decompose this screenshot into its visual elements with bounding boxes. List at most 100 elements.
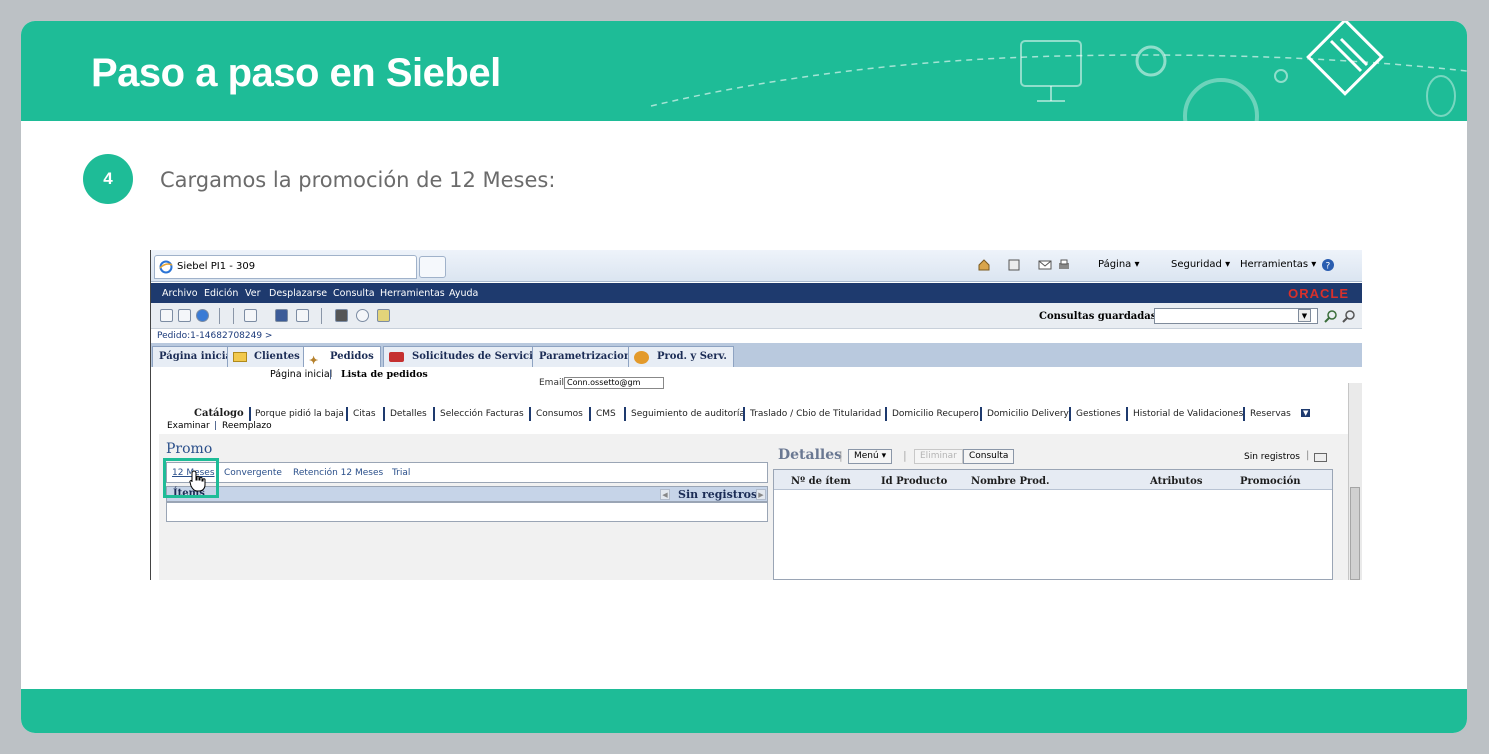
vtab-separator xyxy=(346,407,348,421)
vtab-separator xyxy=(433,407,435,421)
link-examinar[interactable]: Examinar xyxy=(167,421,210,431)
link-reemplazo[interactable]: Reemplazo xyxy=(222,421,272,431)
delete-button[interactable]: Eliminar xyxy=(914,449,963,464)
vtab-citas[interactable]: Citas xyxy=(353,409,376,419)
tab-prod-serv-label: Prod. y Serv. xyxy=(657,351,727,362)
oracle-logo: ORACLE xyxy=(1288,286,1349,301)
scrollbar-thumb[interactable] xyxy=(1350,487,1360,580)
items-no-records: Sin registros xyxy=(678,488,758,501)
header-decoration-icon xyxy=(650,21,1467,121)
print-icon[interactable] xyxy=(1057,258,1071,272)
col-attributes[interactable]: Atributos xyxy=(1150,476,1202,487)
toolbar-separator xyxy=(219,308,220,324)
menu-ver[interactable]: Ver xyxy=(245,288,261,299)
vtab-traslado[interactable]: Traslado / Cbio de Titularidad xyxy=(750,409,881,419)
new-tab-button[interactable] xyxy=(419,256,446,278)
subnav-home-link[interactable]: Página inicial xyxy=(270,369,332,380)
tab-prod-serv[interactable]: Prod. y Serv. xyxy=(628,346,734,367)
promo-option-convergente[interactable]: Convergente xyxy=(224,468,282,478)
promo-title: Promo xyxy=(166,441,213,457)
mail-icon[interactable] xyxy=(1038,258,1052,272)
vtab-historial[interactable]: Historial de Validaciones xyxy=(1133,409,1243,419)
subnav-current: Lista de pedidos xyxy=(341,369,428,380)
vtab-reservas[interactable]: Reservas xyxy=(1250,409,1291,419)
vtab-detalles[interactable]: Detalles xyxy=(390,409,427,419)
pedidos-icon: ✦ xyxy=(309,354,319,367)
print-toolbar-icon[interactable] xyxy=(335,309,348,322)
query-button[interactable]: Consulta xyxy=(963,449,1015,464)
promo-option-retencion[interactable]: Retención 12 Meses xyxy=(293,468,383,478)
tab-clientes[interactable]: Clientes xyxy=(227,346,307,367)
tools-menu[interactable]: Herramientas ▾ xyxy=(1240,259,1316,270)
main-tab-bar: Página inicial Clientes ✦ Pedidos Solici… xyxy=(151,343,1362,367)
more-tabs-icon[interactable]: ▼ xyxy=(1301,409,1311,417)
col-product-id[interactable]: Id Producto xyxy=(881,476,947,487)
page-menu[interactable]: Página ▾ xyxy=(1098,259,1140,270)
new-record-icon[interactable] xyxy=(160,309,173,322)
vtab-separator xyxy=(624,407,626,421)
vtab-separator xyxy=(885,407,887,421)
prev-arrow-icon[interactable]: ◀ xyxy=(660,489,670,500)
email-field[interactable]: Conn.ossetto@gm xyxy=(564,377,664,389)
col-promotion[interactable]: Promoción xyxy=(1240,476,1301,487)
layout-icon[interactable] xyxy=(1314,453,1327,462)
app-menu-bar: Archivo Edición Ver Desplazarse Consulta… xyxy=(151,283,1362,303)
details-menu-button[interactable]: Menú ▾ xyxy=(848,449,893,464)
vtab-catalogo[interactable]: Catálogo xyxy=(194,408,244,419)
search-icon[interactable] xyxy=(244,309,257,322)
browser-tab-label: Siebel PI1 - 309 xyxy=(177,261,256,272)
vtab-separator xyxy=(383,407,385,421)
slide-footer xyxy=(21,689,1467,733)
vtab-seleccion-facturas[interactable]: Selección Facturas xyxy=(440,409,524,419)
tab-parametrizacion[interactable]: Parametrizacion xyxy=(532,346,639,367)
svg-text:?: ? xyxy=(1326,262,1331,272)
menu-archivo[interactable]: Archivo xyxy=(162,288,198,299)
products-icon xyxy=(634,351,649,364)
tab-solicitudes[interactable]: Solicitudes de Servicio xyxy=(383,346,547,367)
vtab-gestiones[interactable]: Gestiones xyxy=(1076,409,1121,419)
details-separator: | xyxy=(839,449,843,462)
clock-icon[interactable] xyxy=(356,309,369,322)
toolbar-separator xyxy=(321,308,322,324)
menu-edicion[interactable]: Edición xyxy=(204,288,238,299)
vtab-separator xyxy=(743,407,745,421)
vtab-consumos[interactable]: Consumos xyxy=(536,409,583,419)
hand-cursor-icon xyxy=(189,470,206,492)
query-refine-icon[interactable] xyxy=(1342,309,1356,323)
chart-icon[interactable] xyxy=(377,309,390,322)
copy-record-icon[interactable] xyxy=(178,309,191,322)
col-item-number[interactable]: Nº de ítem xyxy=(791,476,851,487)
col-product-name[interactable]: Nombre Prod. xyxy=(971,476,1049,487)
menu-consulta[interactable]: Consulta xyxy=(333,288,375,299)
globe-icon[interactable] xyxy=(196,309,209,322)
record-icon[interactable] xyxy=(275,309,288,322)
menu-herramientas[interactable]: Herramientas xyxy=(380,288,445,299)
vtab-porque-pidio[interactable]: Porque pidió la baja xyxy=(255,409,344,419)
slide: Paso a paso en Siebel 4 Cargamos la prom… xyxy=(21,21,1467,733)
menu-ayuda[interactable]: Ayuda xyxy=(449,288,478,299)
items-body xyxy=(166,502,768,522)
ie-logo-icon xyxy=(159,260,173,274)
slide-title: Paso a paso en Siebel xyxy=(91,51,501,95)
vtab-domicilio-recupero[interactable]: Domicilio Recupero xyxy=(892,409,979,419)
vtab-seguimiento[interactable]: Seguimiento de auditoría xyxy=(631,409,745,419)
tab-pedidos[interactable]: ✦ Pedidos xyxy=(303,346,381,367)
next-arrow-icon[interactable]: ▶ xyxy=(756,489,766,500)
vtab-domicilio-delivery[interactable]: Domicilio Delivery xyxy=(987,409,1069,419)
security-menu[interactable]: Seguridad ▾ xyxy=(1171,259,1230,270)
breadcrumb[interactable]: Pedido:1-14682708249 > xyxy=(157,331,272,341)
details-title: Detalles xyxy=(778,447,843,463)
help-icon[interactable]: ? xyxy=(1321,258,1335,272)
browser-tab[interactable]: Siebel PI1 - 309 xyxy=(154,255,417,279)
vtab-cms[interactable]: CMS xyxy=(596,409,616,419)
feeds-icon[interactable] xyxy=(1007,258,1021,272)
chevron-down-icon[interactable]: ▼ xyxy=(1298,309,1311,322)
note-icon[interactable] xyxy=(296,309,309,322)
menu-desplazarse[interactable]: Desplazarse xyxy=(269,288,327,299)
step-instruction: Cargamos la promoción de 12 Meses: xyxy=(160,168,556,192)
promo-option-trial[interactable]: Trial xyxy=(392,468,410,478)
saved-queries-select[interactable] xyxy=(1154,308,1318,324)
home-icon[interactable] xyxy=(977,258,991,272)
query-icon[interactable] xyxy=(1324,309,1338,323)
vtab-separator xyxy=(980,407,982,421)
